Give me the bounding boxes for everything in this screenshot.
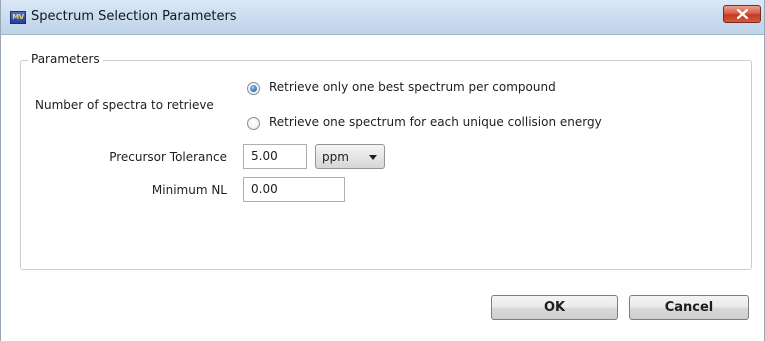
- app-icon: MV: [10, 11, 26, 24]
- dialog-title: Spectrum Selection Parameters: [31, 9, 237, 24]
- radio-best-spectrum-label[interactable]: Retrieve only one best spectrum per comp…: [269, 80, 556, 94]
- radio-each-collision-energy[interactable]: [247, 117, 260, 130]
- dialog-window: MV Spectrum Selection Parameters Paramet…: [0, 0, 765, 341]
- tolerance-unit-dropdown[interactable]: ppm: [315, 144, 385, 169]
- tolerance-unit-value: ppm: [322, 150, 349, 164]
- spectra-count-label: Number of spectra to retrieve: [35, 98, 214, 112]
- cancel-button[interactable]: Cancel: [629, 295, 749, 320]
- close-icon: [737, 9, 748, 19]
- title-bar[interactable]: MV Spectrum Selection Parameters: [1, 0, 764, 35]
- chevron-down-icon: [369, 155, 377, 160]
- close-button[interactable]: [723, 5, 761, 23]
- ok-button[interactable]: OK: [491, 295, 618, 320]
- precursor-tolerance-label: Precursor Tolerance: [109, 150, 227, 164]
- parameters-group-label: Parameters: [28, 52, 103, 66]
- radio-each-collision-energy-label[interactable]: Retrieve one spectrum for each unique co…: [269, 115, 602, 129]
- minimum-nl-input[interactable]: 0.00: [243, 177, 345, 202]
- precursor-tolerance-input[interactable]: 5.00: [243, 144, 307, 169]
- minimum-nl-label: Minimum NL: [151, 183, 227, 197]
- radio-best-spectrum[interactable]: [247, 82, 260, 95]
